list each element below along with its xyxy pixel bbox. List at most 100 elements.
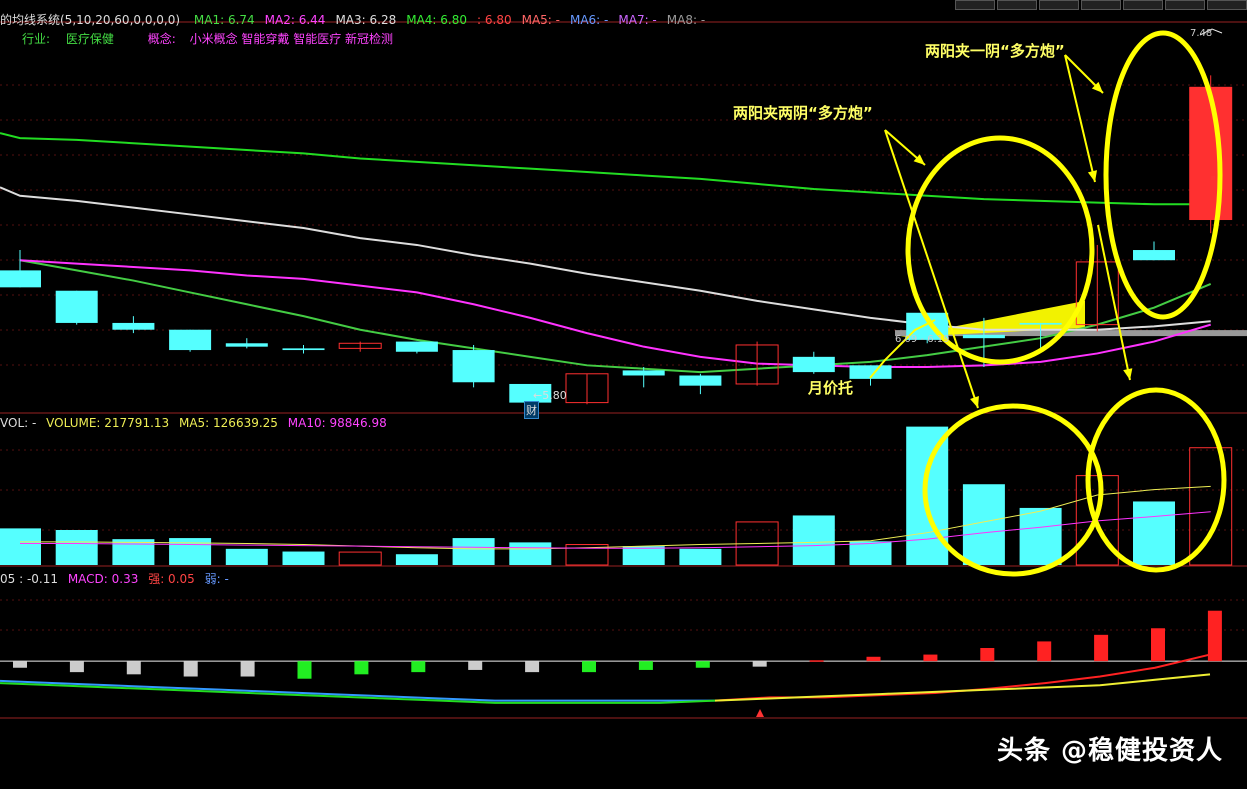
candle-body bbox=[0, 270, 41, 288]
toolbar-button[interactable] bbox=[955, 0, 995, 10]
ma-legend: 的均线系统(5,10,20,60,0,0,0,0) MA1: 6.74 MA2: … bbox=[0, 11, 705, 28]
volume-bar bbox=[792, 515, 835, 565]
volume-bar bbox=[395, 554, 438, 565]
ma-legend-item: MA4: 6.80 bbox=[406, 13, 468, 27]
ma-system-label: 的均线系统(5,10,20,60,0,0,0,0) bbox=[0, 13, 181, 27]
volume-bar bbox=[0, 528, 41, 565]
macd-bar bbox=[1151, 628, 1165, 662]
volume-ma5: MA5: 126639.25 bbox=[178, 416, 278, 430]
candle-body bbox=[282, 348, 325, 351]
industry-value[interactable]: 医疗保健 bbox=[66, 32, 114, 46]
arrow-to-right-volume-head bbox=[1123, 368, 1133, 380]
macd-weak: 弱: - bbox=[204, 572, 229, 586]
macd-bar bbox=[13, 661, 27, 668]
cai-marker[interactable]: 财 bbox=[524, 401, 539, 419]
arrow-to-middle-candle-head bbox=[1087, 170, 1098, 182]
toolbar-strip[interactable] bbox=[955, 0, 1247, 10]
watermark: 头条 @稳健投资人 bbox=[996, 736, 1223, 766]
macd-dif: 05 : -0.11 bbox=[0, 572, 58, 586]
candle-body bbox=[1019, 322, 1062, 325]
vol-label: VOL: - bbox=[0, 416, 37, 430]
toolbar-button[interactable] bbox=[1123, 0, 1163, 10]
macd-bar bbox=[69, 661, 84, 673]
volume-ma10: MA10: 98846.98 bbox=[287, 416, 387, 430]
support-range-label: 6.09 - 6.19 bbox=[895, 334, 950, 345]
ma-line-ma3 bbox=[0, 186, 1211, 331]
macd-bar bbox=[468, 661, 483, 670]
candle-body bbox=[169, 329, 212, 351]
toolbar-button[interactable] bbox=[1081, 0, 1121, 10]
macd-bar bbox=[582, 661, 596, 673]
candle-body bbox=[225, 343, 268, 347]
macd-bar bbox=[1094, 634, 1109, 662]
macd-bar bbox=[525, 661, 540, 673]
toolbar-button[interactable] bbox=[1039, 0, 1079, 10]
ma-legend-item: MA6: - bbox=[569, 13, 609, 27]
low-price-value: 5.80 bbox=[542, 389, 567, 402]
ma-legend-item: MA5: - bbox=[521, 13, 560, 27]
volume-bar bbox=[452, 538, 495, 565]
macd-bar bbox=[126, 661, 141, 675]
candle-body bbox=[112, 322, 155, 330]
macd-bar bbox=[1037, 641, 1052, 662]
macd-dea-line-yellow bbox=[714, 673, 1211, 702]
high-price-label: 7.48 bbox=[1190, 28, 1213, 39]
ma-legend-item: MA3: 6.28 bbox=[335, 13, 397, 27]
ma-items: MA1: 6.74 MA2: 6.44 MA3: 6.28 MA4: 6.80: 6.… bbox=[184, 13, 705, 27]
volume-bar bbox=[282, 551, 325, 565]
macd-strong: 强: 0.05 bbox=[148, 572, 195, 586]
macd-value: MACD: 0.33 bbox=[67, 572, 139, 586]
toolbar-button[interactable] bbox=[997, 0, 1037, 10]
candle-body bbox=[55, 290, 98, 323]
volume-value: VOLUME: 217791.13 bbox=[46, 416, 170, 430]
candle-body bbox=[962, 334, 1005, 339]
volume-bar bbox=[225, 548, 268, 565]
toolbar-button[interactable] bbox=[1207, 0, 1247, 10]
macd-bar bbox=[183, 661, 198, 677]
macd-bar bbox=[297, 661, 312, 679]
industry-label: 行业: bbox=[22, 32, 51, 46]
macd-bar bbox=[866, 656, 881, 662]
volume-bar bbox=[112, 539, 155, 565]
volume-bar bbox=[1019, 507, 1062, 565]
macd-bar bbox=[809, 660, 824, 662]
volume-bar bbox=[509, 542, 552, 565]
annotation-two-yang-one-yin: 两阳夹一阴“多方炮” bbox=[925, 42, 1065, 60]
macd-bar bbox=[1207, 610, 1222, 662]
volume-bar bbox=[679, 548, 722, 565]
volume-bar bbox=[849, 541, 892, 565]
ma-legend-item: MA7: - bbox=[618, 13, 657, 27]
volume-bar bbox=[169, 538, 212, 565]
macd-bar bbox=[980, 648, 995, 662]
volume-bar bbox=[55, 530, 98, 565]
macd-bar bbox=[240, 661, 255, 677]
arrow-to-middle-candle bbox=[1064, 54, 1096, 183]
candle-body bbox=[452, 350, 495, 383]
volume-bar bbox=[338, 551, 382, 566]
concept-value[interactable]: 小米概念 智能穿戴 智能医疗 新冠检测 bbox=[190, 32, 393, 46]
ma-legend-item: MA2: 6.44 bbox=[264, 13, 326, 27]
annotation-two-yang-two-yin: 两阳夹两阴“多方炮” bbox=[733, 104, 873, 122]
toolbar-button[interactable] bbox=[1165, 0, 1205, 10]
candle-body bbox=[1133, 250, 1175, 261]
annotation-monthly-support: 月价托 bbox=[808, 379, 854, 397]
candle-body bbox=[792, 356, 835, 373]
stock-chart bbox=[0, 21, 1247, 719]
ma-legend-item: MA1: 6.74 bbox=[193, 13, 255, 27]
volume-bar bbox=[622, 546, 665, 565]
arrow-to-left-volume-head bbox=[970, 396, 979, 408]
macd-bar bbox=[752, 661, 767, 667]
candle-body bbox=[622, 370, 665, 376]
volume-legend: VOL: - VOLUME: 217791.13 MA5: 126639.25 … bbox=[0, 416, 387, 430]
candle-body bbox=[395, 341, 438, 352]
macd-bar bbox=[411, 661, 426, 673]
industry-row: 行业: 医疗保健 概念: 小米概念 智能穿戴 智能医疗 新冠检测 bbox=[22, 30, 393, 47]
price-marker bbox=[1211, 176, 1215, 180]
golden-cross-marker bbox=[756, 709, 764, 717]
macd-bar bbox=[354, 661, 369, 675]
candle-body bbox=[679, 375, 722, 386]
ma-legend-item: MA8: - bbox=[666, 13, 706, 27]
macd-legend: 05 : -0.11 MACD: 0.33 强: 0.05 弱: - bbox=[0, 570, 229, 587]
macd-bar bbox=[695, 661, 710, 668]
concept-label: 概念: bbox=[147, 32, 176, 46]
